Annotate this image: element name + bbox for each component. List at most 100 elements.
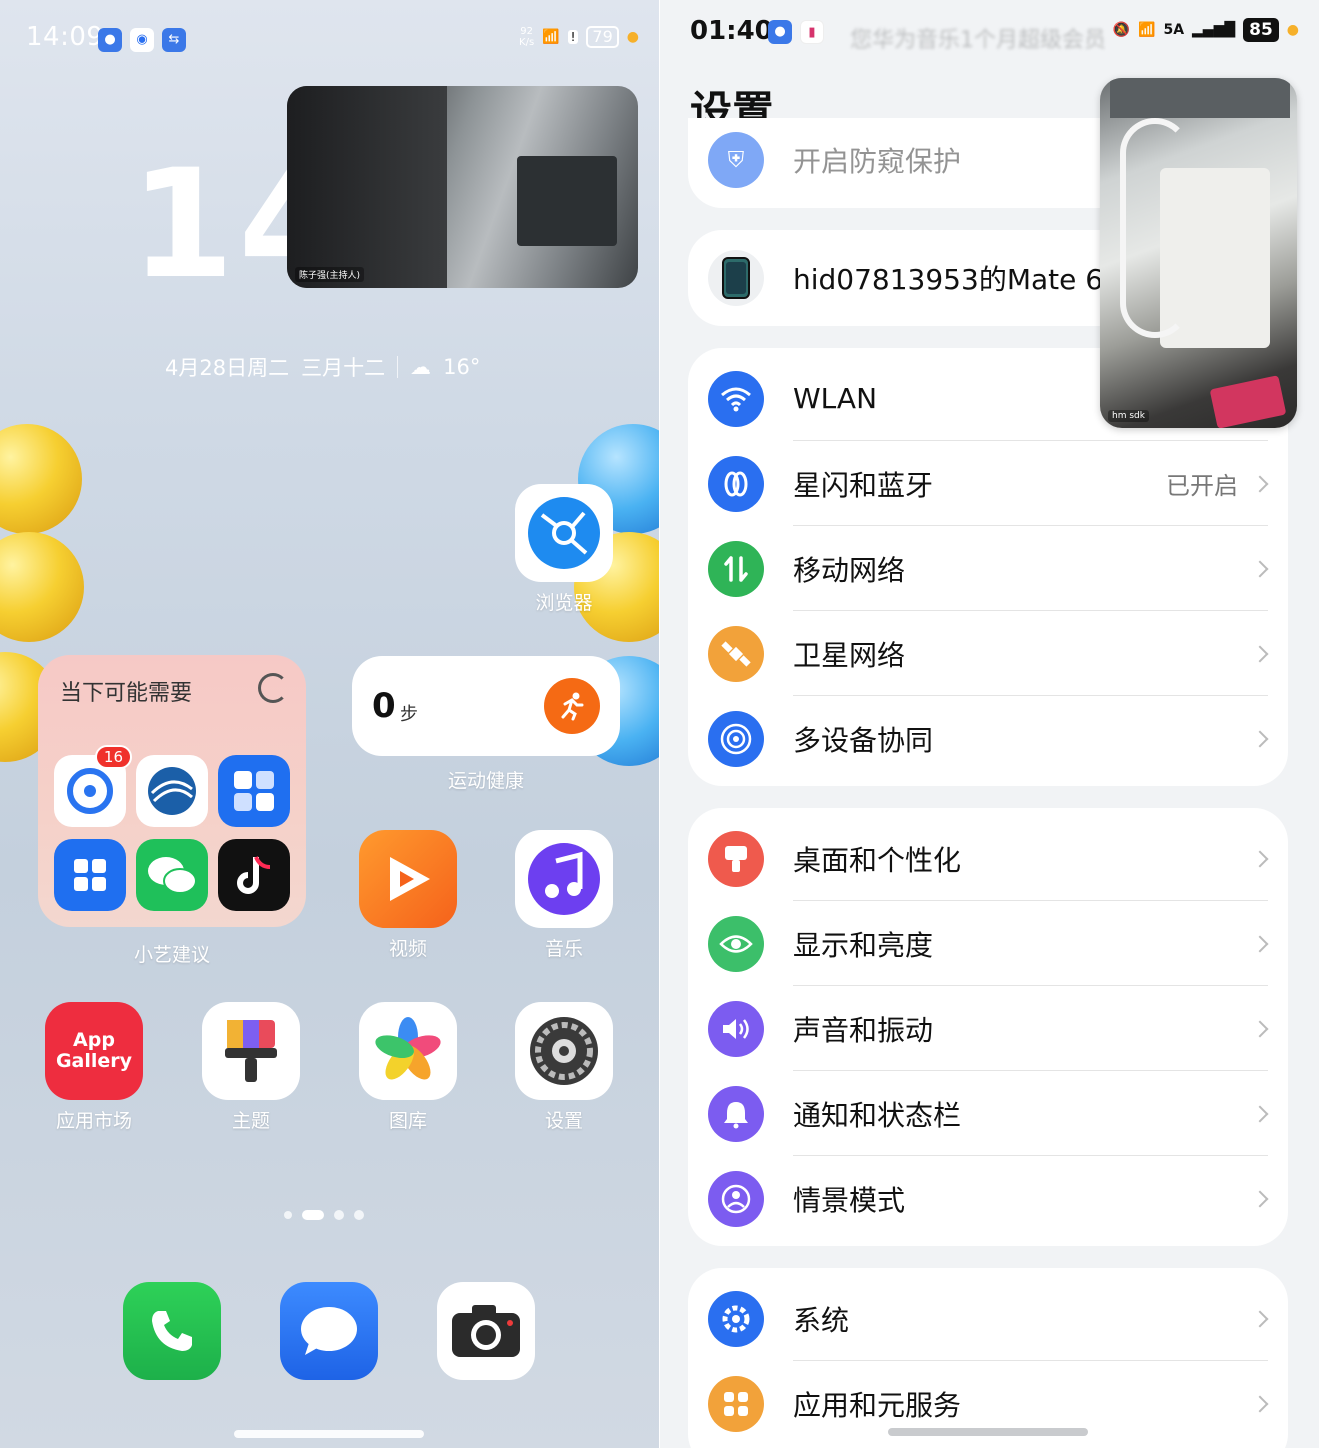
- eye-icon: [708, 915, 764, 972]
- browser-icon: [515, 484, 613, 582]
- steps-unit: 步: [400, 704, 418, 725]
- object-shape: [1209, 375, 1287, 428]
- appgallery-icon: App Gallery: [45, 1002, 143, 1100]
- status-bar: 14:09 ● ◉ ⇆ 92 K/s 📶 ! 79 ●: [26, 22, 639, 58]
- search-dot: [284, 1211, 292, 1219]
- telecom-app-icon[interactable]: [136, 755, 208, 827]
- music-label: 音乐: [544, 938, 583, 960]
- speaker-icon: [708, 1000, 764, 1057]
- meeting-app-icon[interactable]: 16: [54, 745, 132, 827]
- page-indicator[interactable]: [284, 1210, 364, 1220]
- privacy-label: 开启防窥保护: [793, 145, 962, 178]
- settings-row-notifications[interactable]: 通知和状态栏: [688, 1071, 1288, 1156]
- signal-5a: 5A: [1163, 22, 1185, 38]
- row-label: 移动网络: [793, 553, 906, 587]
- app-grid-icon[interactable]: [54, 839, 126, 911]
- grid-app-icon[interactable]: [218, 755, 290, 827]
- running-icon: [544, 678, 600, 734]
- charging-dot: ●: [1286, 22, 1299, 38]
- steps-count: 0: [372, 686, 396, 726]
- row-label: 星闪和蓝牙: [793, 468, 934, 502]
- settings-row-multi-device[interactable]: 多设备协同: [688, 696, 1288, 781]
- app-gallery-store[interactable]: App Gallery 应用市场: [44, 1002, 144, 1133]
- app-music[interactable]: 音乐: [514, 830, 614, 961]
- shield-icon: ⛨: [708, 132, 764, 188]
- chevron-right-icon: [1251, 1310, 1269, 1327]
- battery-level: 79: [586, 26, 619, 48]
- device-shape: [1110, 78, 1290, 118]
- dock-phone[interactable]: [122, 1282, 222, 1380]
- row-label: 显示和亮度: [793, 928, 934, 962]
- bluetooth-icon: [708, 455, 764, 512]
- app-video[interactable]: 视频: [358, 830, 458, 961]
- settings-row-sound[interactable]: 声音和振动: [688, 986, 1288, 1071]
- alert-icon: !: [567, 30, 579, 44]
- phone-icon: [123, 1282, 221, 1380]
- left-phone-home-screen: 14:09 ● ◉ ⇆ 92K/s 📶 ! 79 ● 14:0 4月28日周二 …: [0, 0, 659, 1448]
- refresh-icon[interactable]: [258, 673, 288, 703]
- settings-row-bluetooth[interactable]: 星闪和蓝牙 已开启: [688, 441, 1288, 526]
- usb-icon: ⇆: [162, 28, 186, 52]
- monitor-shape: [517, 156, 617, 246]
- dock-messages[interactable]: [279, 1282, 379, 1380]
- settings-row-satellite[interactable]: 卫星网络: [688, 611, 1288, 696]
- chevron-right-icon: [1251, 1020, 1269, 1037]
- tiktok-icon[interactable]: [218, 839, 290, 911]
- caller-name: 陈子强(主持人): [295, 267, 365, 282]
- themes-label: 主题: [231, 1110, 270, 1132]
- row-label: 系统: [793, 1303, 850, 1337]
- home-indicator[interactable]: [234, 1430, 424, 1438]
- wifi-icon: 📶: [542, 29, 560, 45]
- emoji-heart-eyes: [0, 424, 82, 534]
- cloud-icon: ☁: [410, 355, 432, 379]
- wifi-icon: 📶: [1138, 22, 1156, 38]
- app-themes[interactable]: 主题: [201, 1002, 301, 1133]
- smart-suggestion-card[interactable]: 当下可能需要 16: [38, 655, 306, 927]
- health-steps-widget[interactable]: 0 步: [352, 656, 620, 756]
- scene-icon: [708, 1170, 764, 1227]
- row-label: 情景模式: [793, 1183, 906, 1217]
- settings-row-desktop[interactable]: 桌面和个性化: [688, 816, 1288, 901]
- chevron-right-icon: [1251, 730, 1269, 747]
- brush-icon: [202, 1002, 300, 1100]
- phone-device-icon: [708, 250, 764, 306]
- page-dot-active: [302, 1210, 324, 1220]
- app-settings[interactable]: 设置: [514, 1002, 614, 1133]
- brush-icon: [708, 830, 764, 887]
- app-browser[interactable]: 浏览器: [514, 484, 614, 615]
- appgallery-icon-text: App Gallery: [55, 1029, 133, 1072]
- chevron-right-icon: [1251, 645, 1269, 662]
- settings-row-display[interactable]: 显示和亮度: [688, 901, 1288, 986]
- meeting-app-icon: ◉: [130, 28, 154, 52]
- settings-row-scene-mode[interactable]: 情景模式: [688, 1156, 1288, 1241]
- emoji-smile: [0, 532, 84, 642]
- row-label: 通知和状态栏: [793, 1098, 962, 1132]
- battery-level: 85: [1243, 18, 1279, 42]
- suggestion-title: 当下可能需要: [60, 681, 193, 706]
- video-call-window[interactable]: 陈子强(主持人): [287, 86, 638, 288]
- wechat-icon[interactable]: [136, 839, 208, 911]
- settings-row-mobile-network[interactable]: 移动网络: [688, 526, 1288, 611]
- dock-camera[interactable]: [436, 1282, 536, 1380]
- apps-icon: [708, 1375, 764, 1432]
- notification-banner: 您华为音乐1个月超级会员: [850, 28, 1106, 53]
- multi-device-icon: [708, 710, 764, 767]
- video-play-icon: [359, 830, 457, 928]
- app-notice-icon: ▮: [800, 20, 824, 44]
- row-label: 桌面和个性化: [793, 843, 962, 877]
- settings-row-system[interactable]: 系统: [688, 1276, 1288, 1361]
- monitor-shape: [287, 86, 447, 288]
- message-bubble-icon: [280, 1282, 378, 1380]
- home-indicator[interactable]: [888, 1428, 1088, 1436]
- date-line: 4月28日周二 三月十二 ☁ 16°: [165, 352, 480, 382]
- photos-label: 图库: [388, 1110, 427, 1132]
- personalization-group: 桌面和个性化 显示和亮度 声音和振动 通知和状态栏 情景模式: [688, 808, 1288, 1246]
- signal-bars-icon: ▂▄▆█: [1192, 22, 1236, 38]
- mobile-data-icon: [708, 540, 764, 597]
- app-photos[interactable]: 图库: [358, 1002, 458, 1133]
- suggestion-footer: 小艺建议: [133, 944, 210, 966]
- charging-icon: ●: [626, 29, 639, 45]
- row-label: WLAN: [793, 382, 878, 415]
- satellite-icon: [708, 625, 764, 682]
- video-call-window[interactable]: hm sdk: [1100, 78, 1297, 428]
